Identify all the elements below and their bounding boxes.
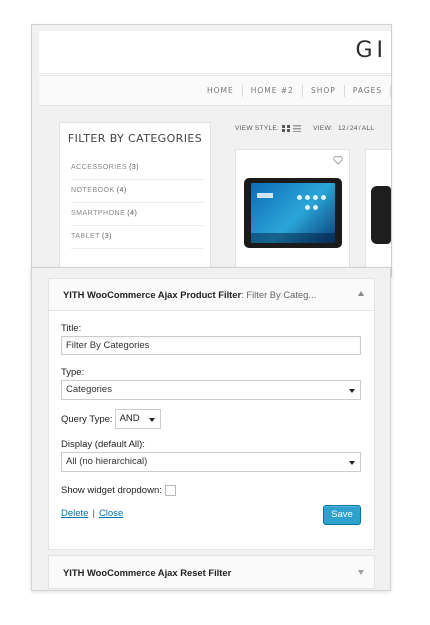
view-toolbar: VIEW STYLE: VIEW: 12 / 24 / ALL: [235, 122, 375, 134]
query-type-row: Query Type: AND: [61, 409, 361, 429]
category-item-notebook[interactable]: NOTEBOOK (4): [71, 180, 204, 203]
type-label: Type:: [61, 367, 85, 378]
delete-link[interactable]: Delete: [61, 508, 88, 519]
category-item-accessories[interactable]: ACCESSORIES (3): [71, 157, 204, 180]
view-option-all[interactable]: ALL: [362, 125, 374, 132]
type-select-value: Categories: [66, 384, 112, 395]
expand-arrow-icon[interactable]: [358, 570, 364, 575]
widget-admin-panel: YITH WooCommerce Ajax Product Filter: Fi…: [31, 267, 391, 591]
reset-filter-widget[interactable]: YITH WooCommerce Ajax Reset Filter: [48, 555, 375, 589]
display-select[interactable]: All (no hierarchical): [61, 452, 361, 472]
view-style-label: VIEW STYLE:: [235, 124, 280, 132]
title-input[interactable]: Filter By Categories: [61, 336, 361, 355]
dropdown-arrow-icon: [148, 418, 155, 422]
widget-actions: Delete | Close Save: [61, 505, 361, 530]
tablet-product-image: [244, 178, 342, 248]
nav-menu: HOME HOME #2 SHOP PAGES: [207, 76, 391, 105]
dropdown-arrow-icon: [349, 389, 355, 393]
view-separator: /: [358, 124, 361, 132]
category-count: (3): [101, 233, 112, 240]
type-select[interactable]: Categories: [61, 380, 361, 400]
category-filter-widget: FILTER BY CATEGORIES ACCESSORIES (3) NOTEB…: [59, 122, 211, 276]
query-type-label: Query Type:: [61, 413, 113, 425]
view-separator: /: [346, 124, 349, 132]
category-name: TABLET: [71, 233, 100, 240]
collapse-arrow-icon[interactable]: [358, 291, 364, 296]
query-type-select[interactable]: AND: [114, 409, 161, 429]
store-nav: HOME HOME #2 SHOP PAGES: [39, 75, 391, 106]
category-count: (4): [116, 187, 127, 194]
reset-widget-title: YITH WooCommerce Ajax Reset Filter: [63, 567, 232, 578]
action-separator: |: [92, 508, 95, 519]
nav-item-home-2[interactable]: HOME #2: [243, 84, 303, 97]
close-link[interactable]: Close: [99, 508, 123, 519]
nav-item-shop[interactable]: SHOP: [303, 84, 345, 97]
bag-product-image: [371, 186, 391, 244]
widget-form: Title: Filter By Categories Type: Catego…: [61, 322, 361, 530]
store-logo[interactable]: GI: [355, 38, 387, 63]
view-option-24[interactable]: 24: [350, 125, 358, 132]
save-button[interactable]: Save: [323, 505, 361, 525]
query-type-value: AND: [119, 413, 140, 424]
grid-view-icon[interactable]: [282, 124, 291, 132]
category-count: (4): [127, 210, 138, 217]
view-label: VIEW:: [313, 124, 333, 132]
category-item-tablet[interactable]: TABLET (3): [71, 226, 204, 249]
display-select-value: All (no hierarchical): [66, 456, 148, 467]
category-item-smartphone[interactable]: SMARTPHONE (4): [71, 203, 204, 226]
display-label: Display (default All):: [61, 439, 145, 450]
nav-item-pages[interactable]: PAGES: [345, 84, 391, 97]
widget-title: YITH WooCommerce Ajax Product Filter: Fi…: [63, 289, 316, 300]
show-dropdown-label: Show widget dropdown:: [61, 484, 162, 496]
category-name: SMARTPHONE: [71, 210, 126, 217]
widget-title-main: YITH WooCommerce Ajax Product Filter: [63, 289, 242, 300]
sidebar-title: FILTER BY CATEGORIES: [67, 132, 203, 145]
title-label: Title:: [61, 323, 82, 334]
product-card[interactable]: [235, 149, 350, 276]
product-card[interactable]: [365, 149, 391, 276]
category-list: ACCESSORIES (3) NOTEBOOK (4) SMARTPHONE (4) TA…: [71, 157, 204, 249]
widget-header[interactable]: YITH WooCommerce Ajax Product Filter: Fi…: [49, 279, 374, 311]
product-filter-widget: YITH WooCommerce Ajax Product Filter: Fi…: [48, 278, 375, 550]
list-view-icon[interactable]: [293, 124, 302, 132]
category-count: (3): [129, 164, 140, 171]
dropdown-arrow-icon: [349, 461, 355, 465]
nav-item-home[interactable]: HOME: [207, 84, 243, 97]
heart-icon[interactable]: [333, 155, 343, 165]
show-dropdown-checkbox[interactable]: [164, 484, 176, 496]
storefront-preview: GI HOME HOME #2 SHOP PAGES FILTER BY CATEGO…: [31, 24, 392, 277]
category-name: ACCESSORIES: [71, 164, 128, 171]
widget-title-suffix: : Filter By Categ...: [241, 289, 317, 300]
header-divider: [39, 73, 391, 74]
category-name: NOTEBOOK: [71, 187, 115, 194]
view-option-12[interactable]: 12: [338, 125, 346, 132]
dropdown-option-row: Show widget dropdown:: [61, 480, 361, 500]
